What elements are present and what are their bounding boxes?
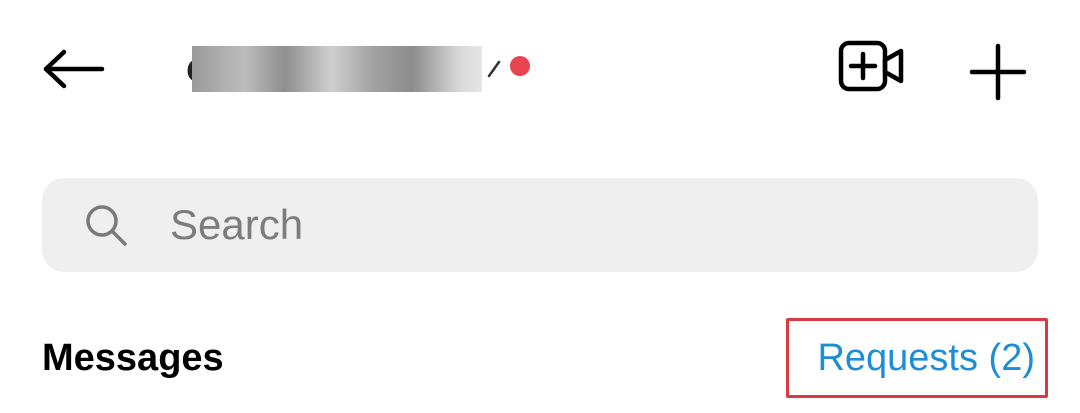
- requests-label: Requests (2): [817, 336, 1035, 379]
- account-switcher[interactable]: c: [186, 40, 506, 96]
- username: c: [186, 42, 482, 94]
- plus-icon: [969, 43, 1027, 101]
- search-bar[interactable]: [42, 178, 1038, 272]
- chevron-down-icon: [486, 40, 506, 96]
- requests-link[interactable]: Requests (2): [786, 318, 1048, 398]
- top-header: c: [0, 0, 1080, 140]
- video-chat-button[interactable]: [836, 36, 908, 98]
- notification-dot: [510, 56, 530, 76]
- username-redaction: [192, 46, 482, 92]
- messages-heading: Messages: [42, 337, 224, 379]
- search-input[interactable]: [168, 194, 972, 256]
- video-camera-plus-icon: [838, 40, 904, 92]
- arrow-left-icon: [43, 49, 105, 89]
- back-button[interactable]: [36, 36, 112, 102]
- new-message-button[interactable]: [962, 36, 1034, 108]
- search-icon: [82, 201, 130, 249]
